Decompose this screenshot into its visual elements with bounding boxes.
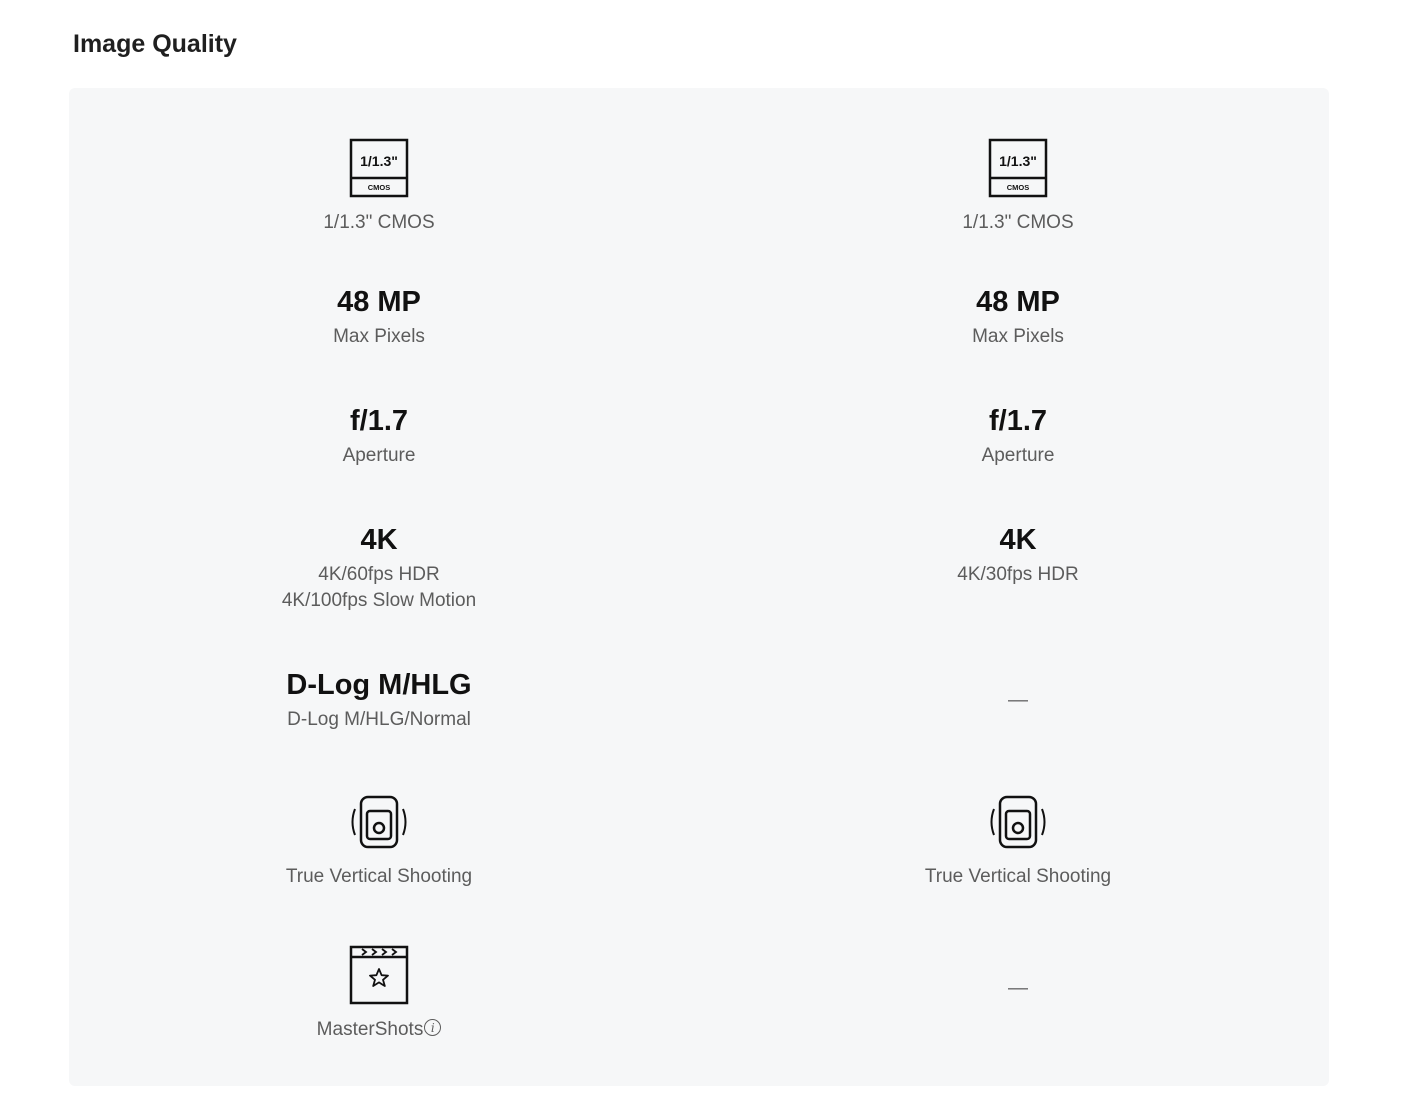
mastershots-icon [349, 945, 409, 1005]
pixels-spec-left: 48 MP Max Pixels [159, 286, 599, 350]
aperture-label: Aperture [981, 445, 1055, 466]
mastershots-label-row: MasterShots i [159, 1017, 599, 1043]
svg-text:CMOS: CMOS [368, 183, 391, 192]
aperture-label: Aperture [342, 445, 416, 466]
sensor-spec-right: 1/1.3" CMOS 1/1.3" CMOS [798, 138, 1238, 236]
aperture-value: f/1.7 [349, 405, 409, 437]
not-available-dash: — [1008, 977, 1028, 999]
video-line-2: 4K/100fps Slow Motion [281, 590, 477, 611]
cmos-sensor-icon: 1/1.3" CMOS [988, 138, 1048, 198]
sensor-spec-left: 1/1.3" CMOS 1/1.3" CMOS [159, 138, 599, 236]
vertical-shooting-spec-left: True Vertical Shooting [159, 794, 599, 890]
video-value: 4K [360, 524, 398, 556]
aperture-value: f/1.7 [988, 405, 1048, 437]
aperture-spec-right: f/1.7 Aperture [798, 405, 1238, 469]
vertical-shooting-label: True Vertical Shooting [924, 866, 1112, 887]
vertical-shooting-icon [351, 795, 407, 849]
mastershots-spec-right: — [798, 978, 1238, 998]
spec-comparison-panel: 1/1.3" CMOS 1/1.3" CMOS 1/1.3" CMOS 1/1.… [69, 88, 1329, 1086]
not-available-dash: — [1008, 689, 1028, 711]
vertical-shooting-icon [990, 795, 1046, 849]
pixels-value: 48 MP [976, 286, 1060, 318]
svg-text:1/1.3": 1/1.3" [999, 153, 1037, 169]
vertical-shooting-spec-right: True Vertical Shooting [798, 794, 1238, 890]
color-profile-spec-right: — [798, 690, 1238, 710]
mastershots-spec-left: MasterShots i [159, 945, 599, 1043]
color-profile-label: D-Log M/HLG/Normal [287, 709, 471, 730]
mastershots-label: MasterShots [316, 1019, 424, 1040]
pixels-spec-right: 48 MP Max Pixels [798, 286, 1238, 350]
vertical-shooting-label: True Vertical Shooting [285, 866, 473, 887]
sensor-label: 1/1.3" CMOS [323, 212, 435, 233]
page-title: Image Quality [73, 30, 237, 58]
video-value: 4K [999, 524, 1037, 556]
sensor-label: 1/1.3" CMOS [962, 212, 1074, 233]
info-icon[interactable]: i [424, 1019, 442, 1037]
video-spec-right: 4K 4K/30fps HDR [798, 524, 1238, 588]
svg-text:1/1.3": 1/1.3" [360, 153, 398, 169]
color-profile-spec-left: D-Log M/HLG D-Log M/HLG/Normal [159, 669, 599, 733]
video-spec-left: 4K 4K/60fps HDR 4K/100fps Slow Motion [159, 524, 599, 614]
pixels-label: Max Pixels [333, 326, 425, 347]
cmos-sensor-icon: 1/1.3" CMOS [349, 138, 409, 198]
video-line-1: 4K/60fps HDR [318, 564, 440, 585]
pixels-value: 48 MP [337, 286, 421, 318]
video-line-1: 4K/30fps HDR [957, 564, 1079, 585]
pixels-label: Max Pixels [972, 326, 1064, 347]
svg-text:CMOS: CMOS [1007, 183, 1030, 192]
aperture-spec-left: f/1.7 Aperture [159, 405, 599, 469]
color-profile-value: D-Log M/HLG [286, 669, 472, 701]
